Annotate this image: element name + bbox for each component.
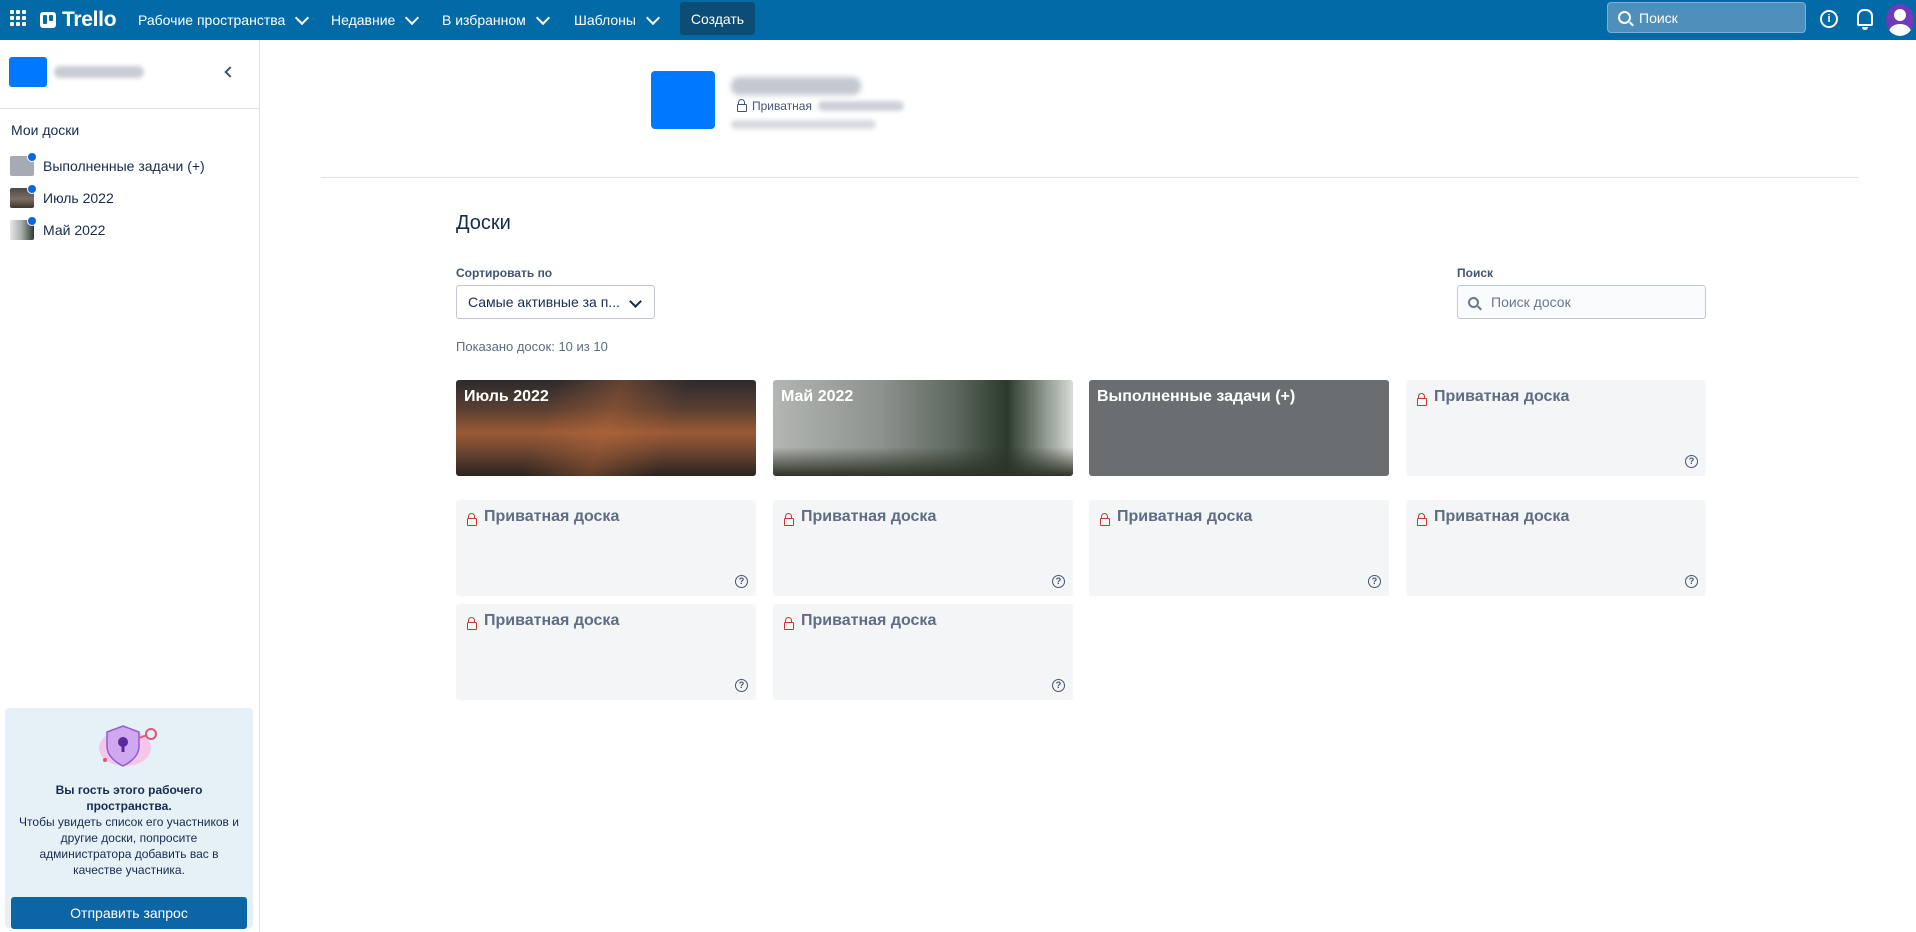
board-tile-done-tasks[interactable]: Выполненные задачи (+) [1089,380,1389,476]
board-tile-title: Выполненные задачи (+) [1097,388,1296,405]
global-search-input[interactable]: Поиск [1607,2,1806,33]
lock-icon [784,617,794,630]
boards-shown-count: Показано досок: 10 из 10 [456,339,608,354]
board-tile-title: Приватная доска [484,612,620,629]
search-icon [1618,11,1631,24]
board-tile-title: Приватная доска [801,508,937,525]
sidebar-board-label: Июль 2022 [43,190,114,206]
workspace-description-redacted [731,120,876,129]
workspace-logo [651,71,715,129]
search-icon [1468,296,1479,308]
sidebar-board-may-2022[interactable]: Май 2022 [0,214,259,246]
my-boards-heading: Мои доски [11,122,80,138]
collapse-sidebar-icon[interactable] [224,66,236,78]
notifications-bell-icon[interactable] [1857,9,1873,30]
nav-templates-menu[interactable]: Шаблоны [574,0,660,40]
unread-dot-icon [27,184,37,194]
board-tile-private[interactable]: Приватная доска ? [1089,500,1389,596]
nav-workspaces-label: Рабочие пространства [138,12,286,28]
send-request-button[interactable]: Отправить запрос [11,897,247,929]
board-tile-title: Приватная доска [1117,508,1253,525]
help-icon[interactable]: ? [1052,679,1065,692]
create-button[interactable]: Создать [680,2,755,35]
sidebar-board-done-tasks[interactable]: Выполненные задачи (+) [0,150,259,182]
workspace-privacy-label: Приватная [752,99,812,113]
board-search-label: Поиск [1457,266,1494,280]
workspace-header [0,40,259,109]
unread-dot-icon [27,216,37,226]
global-search-placeholder: Поиск [1639,9,1678,26]
chevron-down-icon [645,10,660,25]
board-tile-private[interactable]: Приватная доска ? [1406,380,1706,476]
chevron-down-icon [405,10,420,25]
sort-select-value: Самые активные за п... [468,294,620,310]
guest-notice-card: Вы гость этого рабочего пространства. Чт… [5,708,253,929]
help-icon[interactable]: ? [1368,575,1381,588]
guest-notice-title: Вы гость этого рабочего пространства. [55,783,203,813]
sidebar: Мои доски Выполненные задачи (+) Июль 20… [0,40,260,932]
sidebar-board-label: Май 2022 [43,222,106,238]
chevron-down-icon [535,10,550,25]
lock-icon [784,513,794,526]
board-thumbnail [10,184,37,208]
board-tile-title: Июль 2022 [464,388,549,405]
trello-logo-text: Trello [62,8,117,31]
board-search-input[interactable]: Поиск досок [1457,285,1706,319]
board-tile-private[interactable]: Приватная доска ? [1406,500,1706,596]
help-icon[interactable]: ? [735,575,748,588]
apps-grid-icon[interactable] [10,10,26,26]
nav-recent-menu[interactable]: Недавние [331,0,420,40]
chevron-down-icon [629,295,642,308]
board-tile-title: Приватная доска [1434,388,1570,405]
trello-logo[interactable]: Trello [40,8,117,32]
sort-select[interactable]: Самые активные за п... [456,285,655,319]
trello-logo-icon [40,12,56,28]
board-tile-private[interactable]: Приватная доска ? [456,604,756,700]
help-icon[interactable]: ? [1052,575,1065,588]
shield-lock-illustration-icon [99,725,157,767]
board-thumbnail [10,216,37,240]
nav-starred-menu[interactable]: В избранном [442,0,550,40]
board-search-placeholder: Поиск досок [1491,294,1571,310]
board-tile-title: Приватная доска [484,508,620,525]
unread-dot-icon [27,152,37,162]
sidebar-board-july-2022[interactable]: Июль 2022 [0,182,259,214]
boards-section-title: Доски [456,212,511,234]
info-icon[interactable]: i [1820,10,1838,28]
top-navigation-bar: Trello Рабочие пространства Недавние В и… [0,0,1916,40]
workspace-title-redacted [731,77,861,95]
board-tile-private[interactable]: Приватная доска ? [773,500,1073,596]
help-icon[interactable]: ? [735,679,748,692]
lock-icon [467,513,477,526]
account-avatar[interactable] [1886,4,1914,36]
board-tile-title: Приватная доска [1434,508,1570,525]
nav-workspaces-menu[interactable]: Рабочие пространства [138,0,310,40]
lock-icon [1100,513,1110,526]
board-thumbnail [10,152,37,176]
workspace-avatar[interactable] [9,57,47,87]
workspace-link-redacted [818,101,904,111]
board-tile-may-2022[interactable]: Май 2022 [773,380,1073,476]
sidebar-board-label: Выполненные задачи (+) [43,158,205,174]
header-divider [321,177,1858,178]
board-tile-title: Приватная доска [801,612,937,629]
lock-icon [737,99,747,112]
board-tile-private[interactable]: Приватная доска ? [456,500,756,596]
nav-templates-label: Шаблоны [574,12,636,28]
board-tile-title: Май 2022 [781,388,854,405]
lock-icon [1417,393,1427,406]
board-tile-private[interactable]: Приватная доска ? [773,604,1073,700]
nav-recent-label: Недавние [331,12,396,28]
sort-label: Сортировать по [456,266,553,280]
lock-icon [1417,513,1427,526]
lock-icon [467,617,477,630]
guest-notice-body: Чтобы увидеть список его участников и др… [19,815,239,877]
board-tile-july-2022[interactable]: Июль 2022 [456,380,756,476]
chevron-down-icon [295,10,310,25]
workspace-privacy: Приватная [737,99,812,113]
nav-starred-label: В избранном [442,12,526,28]
help-icon[interactable]: ? [1685,455,1698,468]
help-icon[interactable]: ? [1685,575,1698,588]
workspace-name-redacted [54,66,144,78]
